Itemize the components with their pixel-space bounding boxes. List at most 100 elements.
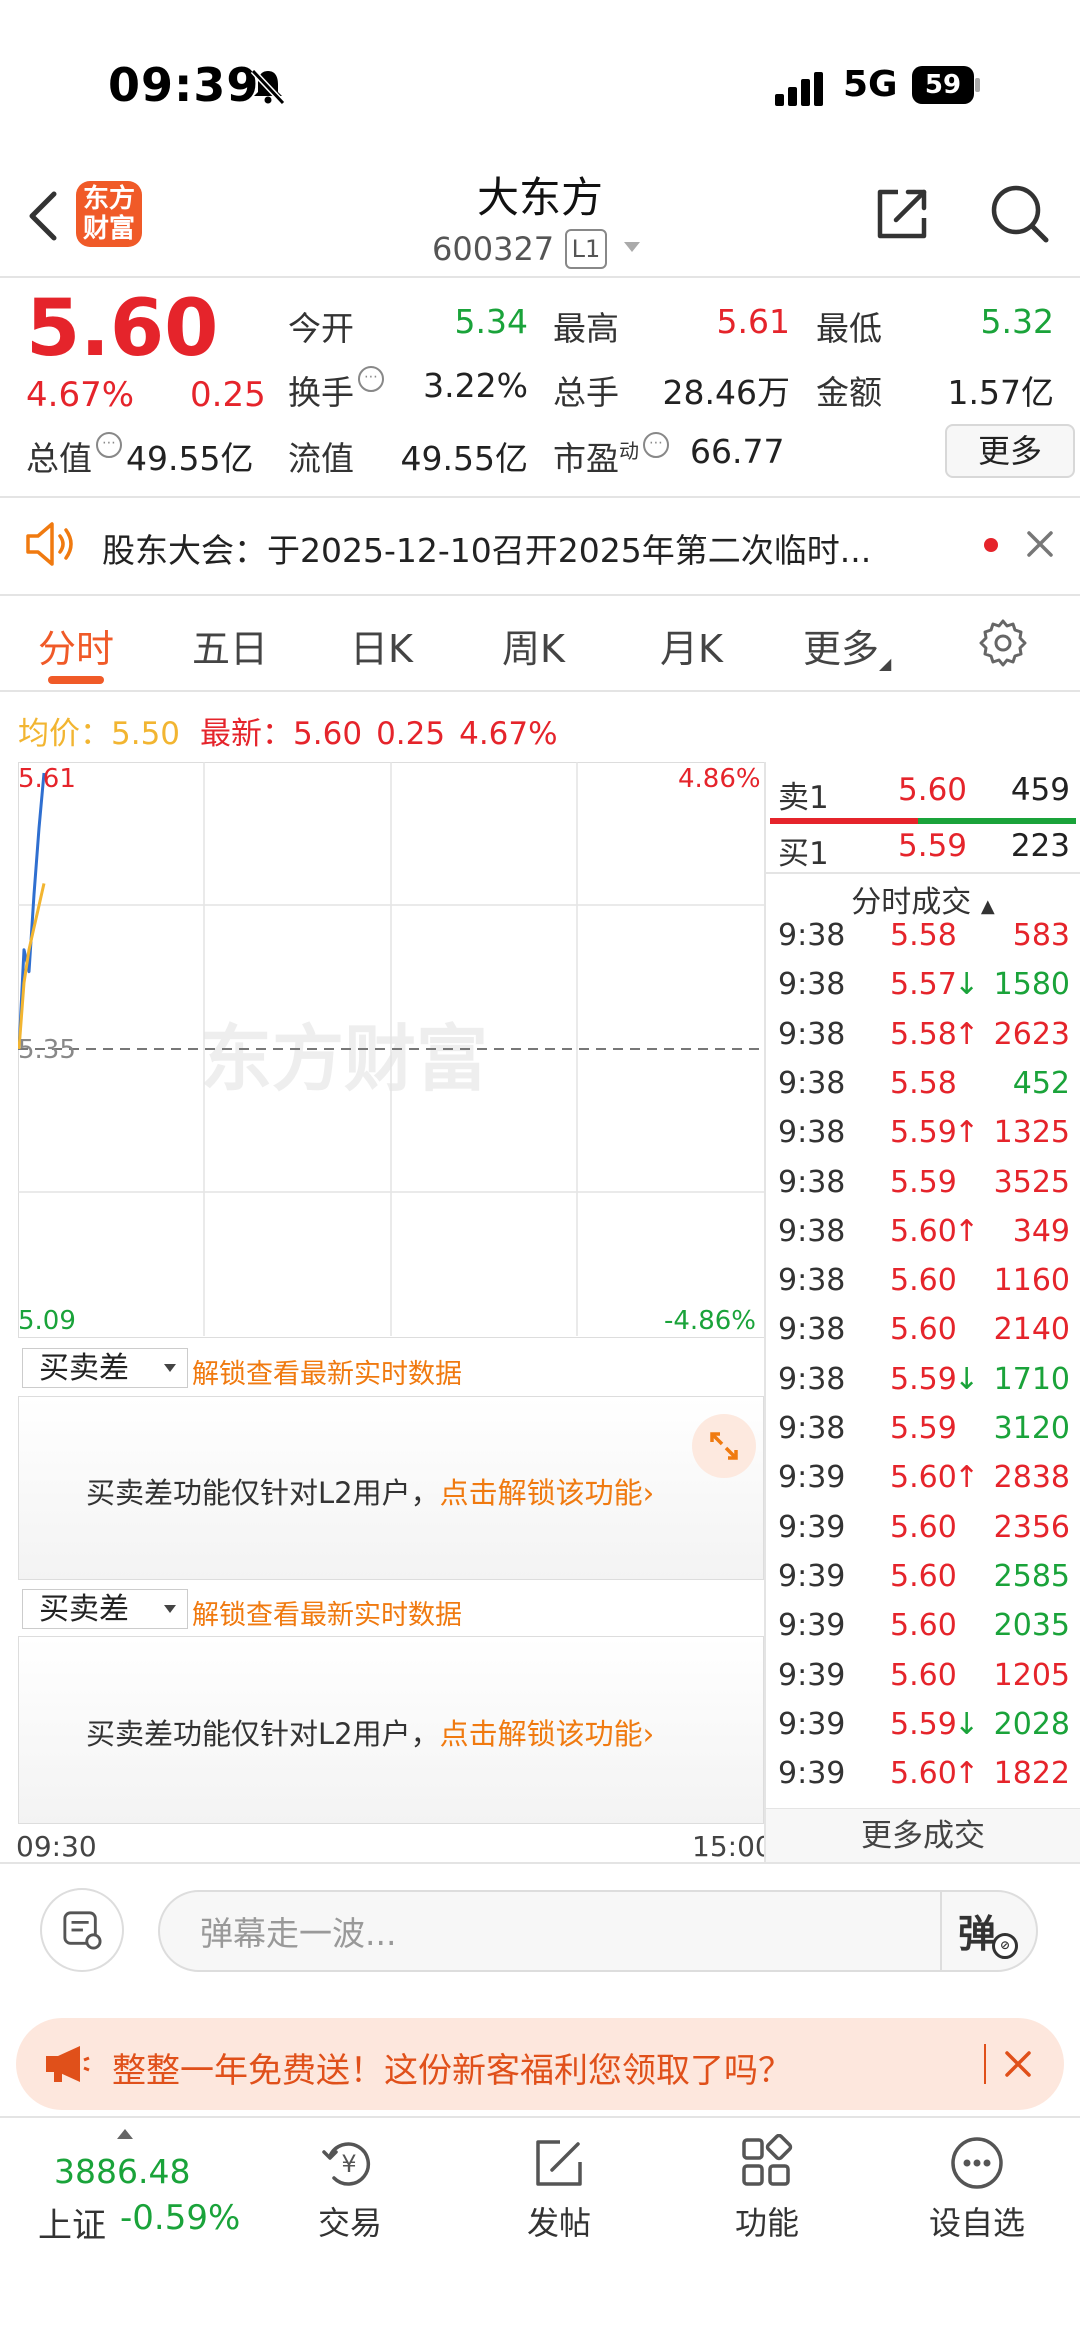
- nav-post-label[interactable]: 发帖: [489, 2198, 629, 2244]
- chevron-down-icon[interactable]: [622, 240, 642, 254]
- change-percent: 4.67%: [26, 375, 135, 415]
- nav-trade-label[interactable]: 交易: [280, 2198, 420, 2244]
- tick-volume: 452: [1012, 1065, 1070, 1101]
- chevron-down-icon: [164, 1605, 176, 1613]
- tick-time: 9:38: [778, 1065, 846, 1101]
- tab-weekly-k[interactable]: 周K: [502, 618, 565, 673]
- tick-price: 5.59: [890, 1361, 957, 1397]
- close-icon[interactable]: [1004, 2050, 1032, 2078]
- index-name[interactable]: 上证: [38, 2198, 106, 2247]
- tab-daily-k[interactable]: 日K: [350, 618, 413, 673]
- info-icon[interactable]: ⋯: [96, 432, 122, 458]
- app-logo[interactable]: 东方 财富: [76, 181, 142, 247]
- tick-row: 9:39 5.60 1205: [778, 1658, 1080, 1707]
- tick-price: 5.60: [890, 1509, 957, 1545]
- indicator-select[interactable]: 买卖差: [22, 1589, 188, 1629]
- amount-label: 金额: [816, 373, 882, 412]
- change-amount: 0.25: [190, 375, 266, 415]
- comment-icon: [63, 1911, 102, 1950]
- more-trades-button[interactable]: 更多成交: [766, 1808, 1080, 1863]
- intraday-chart: [18, 762, 764, 1336]
- avg-label: 均价：: [18, 716, 111, 752]
- unlock-feature-link[interactable]: 点击解锁该功能: [440, 1717, 643, 1751]
- tick-price: 5.59: [890, 1164, 957, 1200]
- unlock-link[interactable]: 解锁查看最新实时数据: [192, 1352, 462, 1391]
- network-label: 5G: [843, 64, 898, 105]
- tick-time: 9:38: [778, 1312, 846, 1348]
- bell-muted-icon: [250, 68, 286, 106]
- tick-price: 5.60: [890, 1558, 957, 1594]
- ticks-header[interactable]: 分时成交 ▲: [766, 877, 1080, 921]
- notice-text[interactable]: 股东大会：于2025-12-10召开2025年第二次临时...: [102, 524, 952, 572]
- apps-icon[interactable]: [738, 2134, 796, 2192]
- expand-button[interactable]: [692, 1414, 756, 1478]
- more-dots-icon[interactable]: [948, 2134, 1006, 2192]
- stock-code[interactable]: 600327: [432, 230, 554, 268]
- tick-time: 9:38: [778, 1263, 846, 1299]
- tick-time: 9:39: [778, 1756, 846, 1792]
- ask-label: 卖1: [778, 780, 829, 816]
- tick-volume: 1160: [993, 1263, 1070, 1299]
- tick-arrow: ↑: [954, 1460, 980, 1496]
- tick-price: 5.60: [890, 1608, 957, 1644]
- tick-row: 9:38 5.59 3525: [778, 1165, 1080, 1214]
- back-icon[interactable]: [24, 188, 64, 244]
- signal-icon: [775, 72, 823, 106]
- info-icon[interactable]: ⋯: [358, 366, 384, 392]
- tick-time: 9:38: [778, 967, 846, 1003]
- pe-label[interactable]: 市盈动 ⋯: [553, 432, 669, 480]
- danmu-toggle[interactable]: 弹 ⊘: [958, 1903, 1018, 1959]
- tab-intraday[interactable]: 分时: [38, 618, 114, 673]
- unlock-feature-link[interactable]: 点击解锁该功能: [440, 1476, 643, 1510]
- tab-five-day[interactable]: 五日: [192, 618, 268, 673]
- tick-price: 5.58: [890, 1016, 957, 1052]
- turnover-label[interactable]: 换手 ⋯: [288, 366, 384, 414]
- danmu-toggle-label: 弹: [958, 1912, 997, 1956]
- logo-line1: 东方: [82, 184, 135, 214]
- comment-settings-button[interactable]: [40, 1888, 124, 1972]
- promo-text[interactable]: 整整一年免费送！这份新客福利您领取了吗？: [112, 2043, 792, 2092]
- search-icon[interactable]: [988, 182, 1052, 246]
- tick-row: 9:38 5.60 2140: [778, 1312, 1080, 1361]
- index-change[interactable]: -0.59%: [120, 2198, 240, 2238]
- tick-row: 9:39 5.60 2035: [778, 1608, 1080, 1657]
- tick-price: 5.60: [890, 1460, 957, 1496]
- index-value[interactable]: 3886.48: [54, 2152, 190, 2191]
- trade-icon[interactable]: ¥: [320, 2134, 378, 2192]
- tab-monthly-k[interactable]: 月K: [660, 618, 723, 673]
- post-icon[interactable]: [530, 2134, 588, 2192]
- ask-volume: 459: [1010, 772, 1070, 808]
- close-icon[interactable]: [1026, 530, 1054, 558]
- series-group: [18, 772, 46, 1050]
- tick-time: 9:39: [778, 1657, 846, 1693]
- bid-price: 5.59: [898, 828, 968, 864]
- turnover-value: 3.22%: [423, 366, 528, 405]
- open-label: 今开: [288, 309, 354, 348]
- tick-price: 5.60: [890, 1213, 957, 1249]
- latest-value: 5.60: [293, 716, 363, 752]
- nav-apps-label[interactable]: 功能: [697, 2198, 837, 2244]
- more-quote-button[interactable]: 更多: [945, 424, 1075, 478]
- unlock-link[interactable]: 解锁查看最新实时数据: [192, 1593, 462, 1632]
- tick-time: 9:38: [778, 918, 846, 953]
- tab-more[interactable]: 更多◢: [803, 618, 891, 673]
- nav-divider: [0, 2116, 1080, 2118]
- ask-strength-bar: [770, 818, 918, 824]
- gear-icon[interactable]: [978, 618, 1028, 668]
- indicator-select-value: 买卖差: [39, 1351, 129, 1386]
- caret-up-icon[interactable]: [116, 2128, 134, 2140]
- mktcap-label[interactable]: 总值 ⋯: [26, 432, 122, 480]
- tick-row: 9:38 5.59 ↓ 1710: [778, 1362, 1080, 1411]
- tick-time: 9:39: [778, 1509, 846, 1545]
- tick-volume: 1822: [993, 1756, 1070, 1792]
- battery-level: 59: [924, 70, 962, 100]
- tick-arrow: ↓: [954, 1706, 980, 1742]
- tick-arrow: ↑: [954, 1756, 980, 1792]
- nav-watchlist-label[interactable]: 设自选: [907, 2198, 1047, 2244]
- tick-time: 9:38: [778, 1361, 846, 1397]
- level-badge[interactable]: L1: [565, 229, 607, 269]
- info-icon[interactable]: ⋯: [643, 432, 669, 458]
- indicator-select[interactable]: 买卖差: [22, 1348, 188, 1388]
- tick-volume: 3525: [993, 1164, 1070, 1200]
- share-icon[interactable]: [872, 184, 932, 244]
